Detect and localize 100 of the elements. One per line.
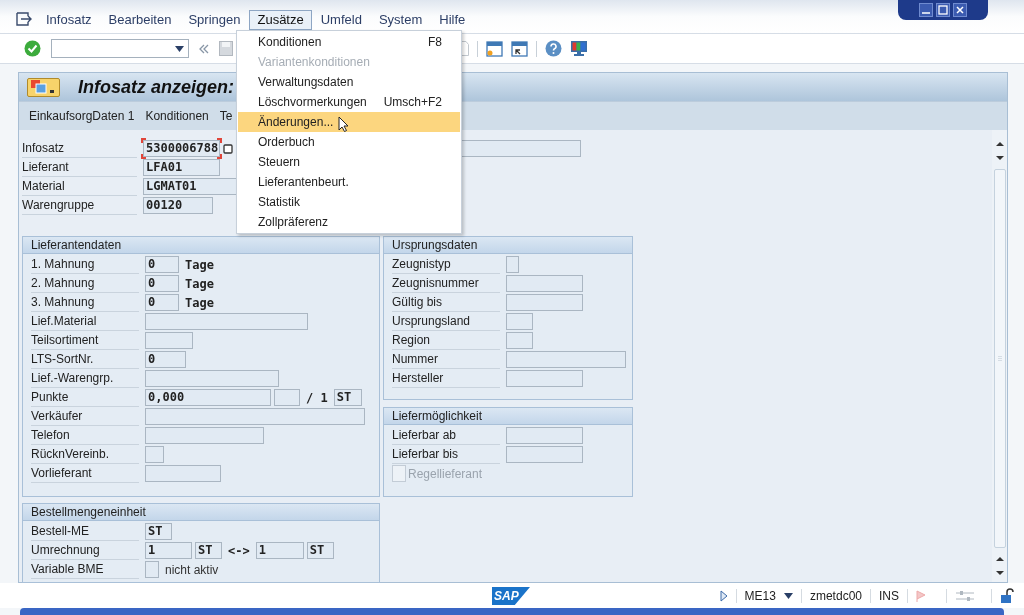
input-field[interactable] (274, 389, 300, 406)
menu-option[interactable]: Verwaltungsdaten (238, 72, 460, 92)
menu-item[interactable]: Bearbeiten (100, 10, 180, 30)
input-field[interactable] (145, 465, 221, 482)
toolbar-button[interactable]: Te (219, 107, 233, 125)
field-label: 2. Mahnung (31, 274, 139, 293)
play-icon[interactable] (719, 589, 728, 602)
grip-icon[interactable] (997, 354, 1002, 363)
menu-option[interactable]: Löschvormerkungen Umsch+F2 (238, 92, 460, 112)
field-label: Lief.-Warengrp. (31, 369, 139, 388)
command-field[interactable] (51, 39, 189, 58)
input-field[interactable] (145, 370, 279, 387)
input-field[interactable] (145, 313, 308, 330)
menu-option[interactable]: Zollpräferenz (238, 212, 460, 232)
scrollbar[interactable] (992, 130, 1007, 582)
input-field[interactable] (145, 427, 264, 444)
input-field[interactable]: 0 (145, 351, 186, 368)
window-shortcut-icon[interactable] (511, 40, 528, 57)
group-title: Liefermöglichkeit (392, 408, 483, 425)
server-name: zmetdc00 (809, 587, 862, 605)
toolbar-button[interactable]: Konditionen (145, 107, 209, 125)
menu-item[interactable]: System (370, 10, 431, 30)
save-icon[interactable] (219, 41, 233, 56)
input-field[interactable] (506, 446, 583, 463)
input-field[interactable]: ST (333, 389, 362, 406)
chevron-left-icon[interactable] (199, 43, 209, 54)
field-label: Teilsortiment (31, 331, 139, 350)
input-field[interactable] (145, 446, 164, 463)
input-field[interactable]: 1 (255, 542, 304, 559)
copy-icon[interactable] (223, 143, 233, 154)
monitor-icon[interactable] (570, 40, 588, 57)
input-field[interactable] (506, 313, 533, 330)
field-label: Lief.Material (31, 312, 139, 331)
checkbox-label: Regellieferant (408, 465, 483, 483)
input-field[interactable]: 0 (145, 275, 179, 292)
unit-text: <-> (227, 542, 251, 560)
input-field[interactable] (506, 275, 583, 292)
input-field[interactable]: 0 (145, 294, 179, 311)
transaction-code: ME13 (744, 587, 776, 605)
option-label: Konditionen (258, 34, 322, 51)
input-field[interactable] (506, 294, 583, 311)
document-icon[interactable] (461, 41, 469, 56)
shortcut-text: Umsch+F2 (383, 94, 442, 111)
input-field[interactable] (145, 332, 193, 349)
menu-option[interactable]: Steuern (238, 152, 460, 172)
input-field[interactable]: ST (195, 542, 222, 559)
menu-item[interactable]: Umfeld (312, 10, 370, 30)
minimize-icon[interactable] (919, 3, 933, 17)
window-new-icon[interactable] (486, 40, 503, 57)
group-title: Lieferantendaten (31, 237, 122, 254)
input-field[interactable]: ST (306, 542, 334, 559)
screen-menu-icon[interactable] (27, 77, 60, 97)
input-field[interactable]: 0,000 (145, 389, 271, 406)
close-icon[interactable] (953, 3, 967, 17)
input-field[interactable] (145, 408, 365, 425)
menu-option[interactable]: Statistik (238, 192, 460, 212)
field-label: 3. Mahnung (31, 293, 139, 312)
input-field[interactable] (506, 256, 519, 273)
unit-text: Tage (184, 294, 215, 312)
field-label: Warengruppe (22, 196, 137, 215)
lock-icon[interactable] (1000, 587, 1014, 604)
input-field[interactable]: LGMAT01 (143, 178, 238, 195)
input-field[interactable] (506, 427, 583, 444)
flag-icon[interactable] (916, 589, 926, 602)
menu-option[interactable]: Lieferantenbeurt. (238, 172, 460, 192)
option-label: Löschvormerkungen (258, 94, 367, 111)
field-label: Gültig bis (392, 293, 500, 312)
menu-option[interactable]: Konditionen F8 (238, 32, 460, 52)
input-field[interactable]: 5300006788 (143, 140, 220, 157)
group-title: Ursprungsdaten (392, 237, 478, 254)
field-label: LTS-SortNr. (31, 350, 139, 369)
input-field[interactable] (506, 332, 533, 349)
maximize-icon[interactable] (936, 3, 950, 17)
menu-option[interactable]: Änderungen... (238, 112, 460, 132)
field-label: Hersteller (392, 369, 500, 388)
input-field[interactable]: LFA01 (143, 159, 220, 176)
dropdown-icon[interactable] (175, 45, 184, 52)
toolbar-button[interactable]: EinkaufsorgDaten 1 (29, 107, 135, 125)
menu-item[interactable]: Hilfe (431, 10, 474, 30)
input-field[interactable]: 1 (145, 542, 192, 559)
sap-logo: SAP (492, 587, 530, 605)
input-field[interactable] (506, 351, 626, 368)
help-icon[interactable] (545, 40, 562, 57)
menu-option[interactable]: Orderbuch (238, 132, 460, 152)
confirm-icon[interactable] (24, 40, 41, 57)
menu-icon[interactable] (16, 12, 32, 26)
checkbox[interactable] (145, 561, 159, 578)
field-label: Zeugnistyp (392, 255, 500, 274)
dropdown-icon[interactable] (783, 592, 793, 599)
sliders-icon[interactable] (955, 589, 975, 602)
menu-item[interactable]: Infosatz (38, 10, 100, 30)
input-field[interactable]: 00120 (143, 197, 213, 214)
menu-item[interactable]: Zusätze (249, 10, 312, 30)
option-label: Steuern (258, 154, 301, 171)
menu-item[interactable]: Springen (180, 10, 249, 30)
input-field[interactable]: 0 (145, 256, 179, 273)
option-label: Statistik (258, 194, 300, 211)
input-field[interactable]: ST (145, 523, 172, 540)
input-field[interactable] (506, 370, 583, 387)
cursor-icon (338, 116, 349, 132)
